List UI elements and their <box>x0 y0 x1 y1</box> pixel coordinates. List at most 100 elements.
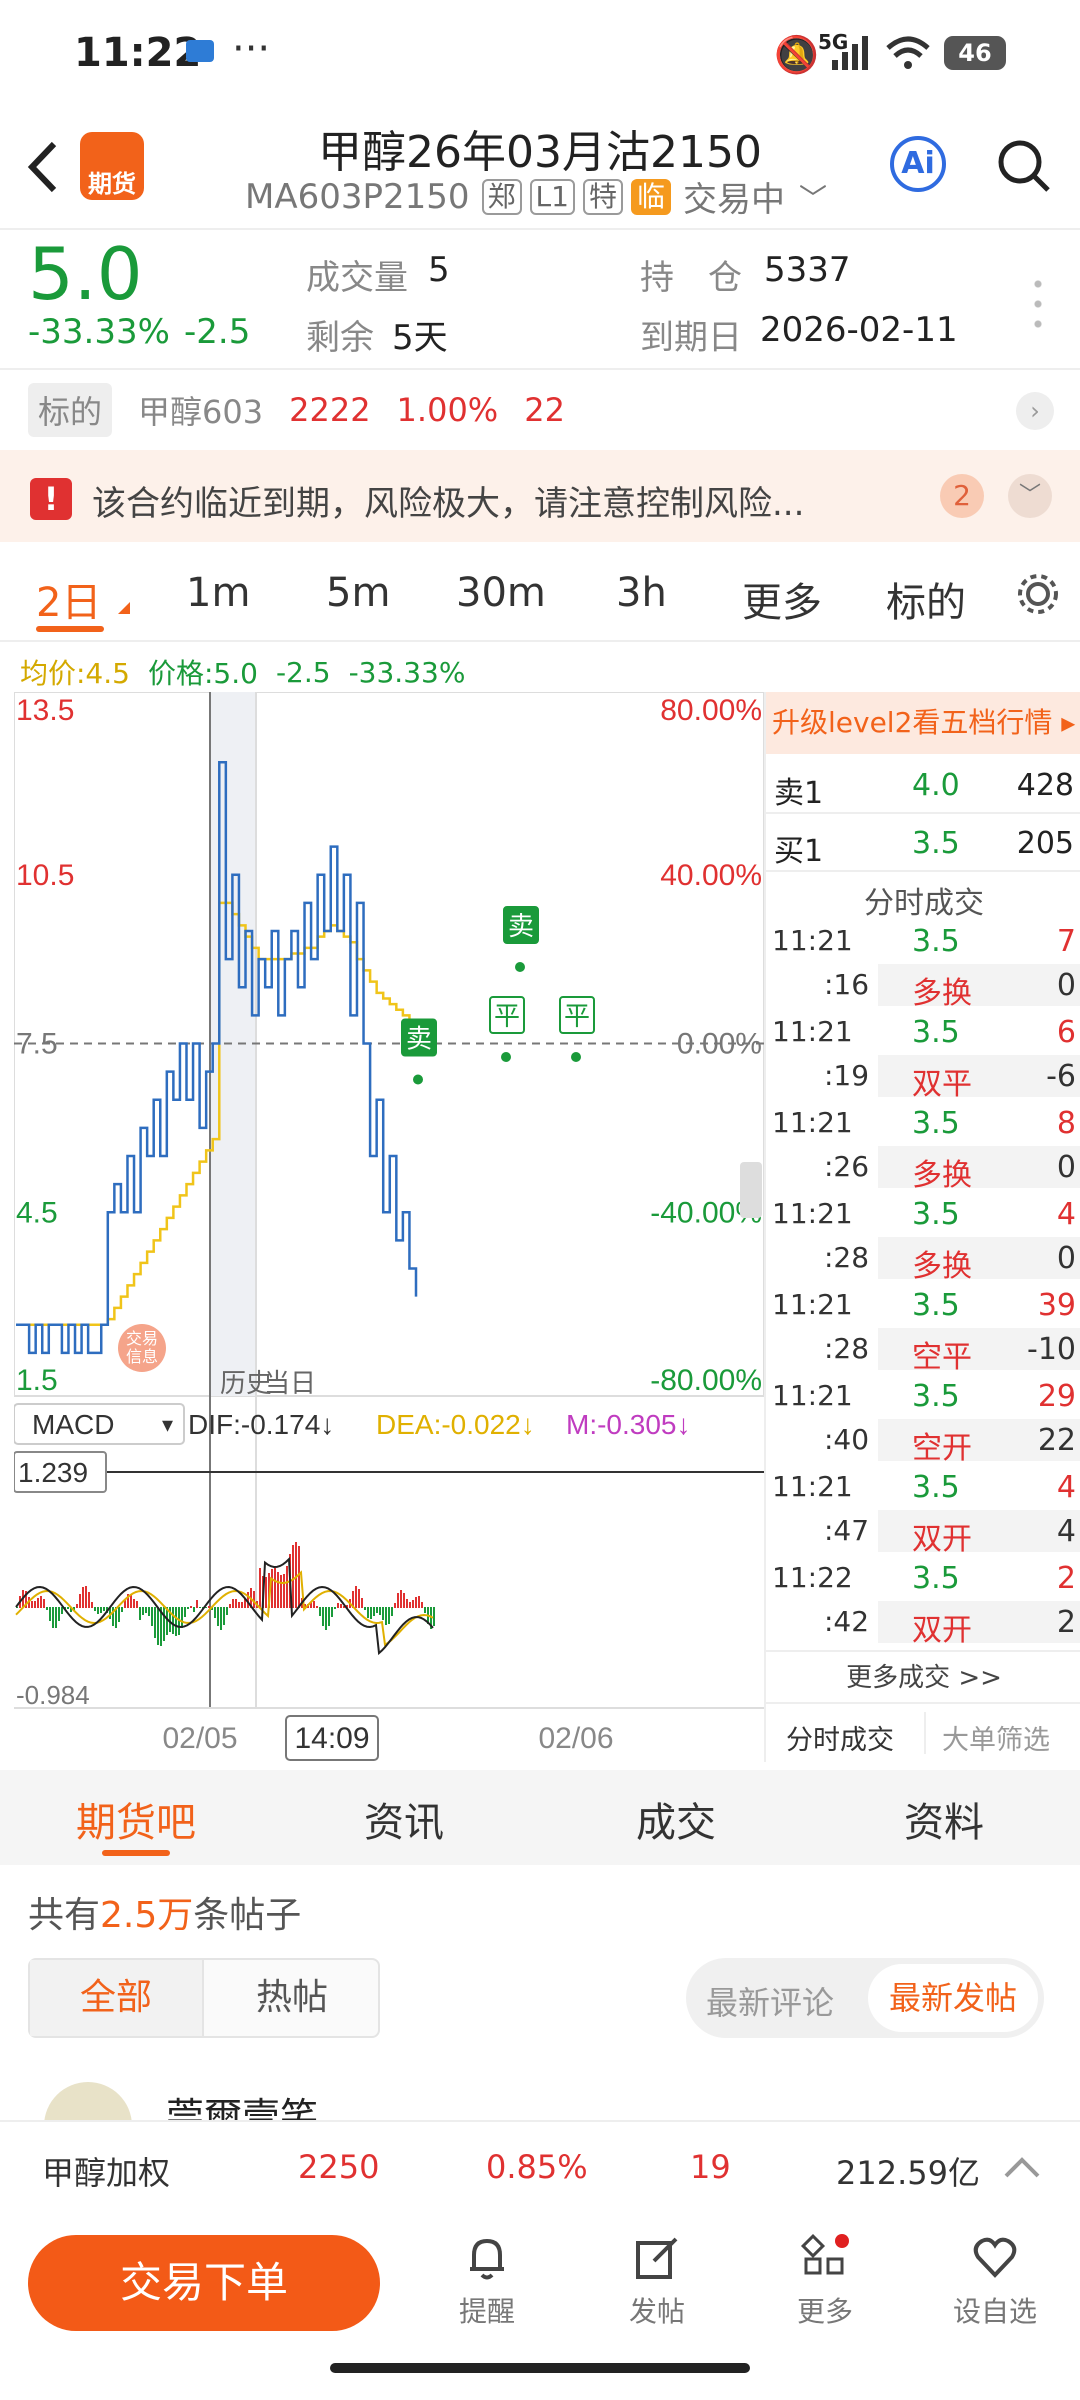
post-count-value: 2.5万 <box>100 1895 194 1936</box>
trade-volume: 29 <box>1037 1379 1076 1414</box>
trade-time: 11:21 <box>772 1106 853 1139</box>
mute-icon: 🔕 <box>774 35 819 76</box>
more-vertical-icon[interactable] <box>1034 274 1042 330</box>
chevron-up-icon[interactable] <box>1004 2156 1040 2180</box>
filter-all[interactable]: 全部 <box>30 1960 204 2036</box>
chevron-right-icon[interactable]: › <box>1016 392 1054 430</box>
tab-1m[interactable]: 1m <box>186 570 250 616</box>
tab-deals[interactable]: 成交 <box>636 1790 716 1848</box>
trade-type: 空平 <box>912 1340 972 1375</box>
macd-bar <box>79 1594 81 1608</box>
trade-volume: 4 <box>1056 1197 1076 1232</box>
y-left-label: 1.5 <box>16 1364 58 1397</box>
trade-type: 双平 <box>912 1067 972 1102</box>
macd-bar <box>385 1607 387 1625</box>
underlying-row[interactable]: 标的 甲醇603 2222 1.00% 22 › <box>0 368 1080 450</box>
contract-code: MA603P2150 <box>245 176 470 217</box>
forum-indicator <box>102 1850 170 1856</box>
tab-dropdown-icon <box>118 602 130 614</box>
tab-more[interactable]: 更多 <box>742 570 822 628</box>
tab-profile[interactable]: 资料 <box>904 1790 984 1848</box>
trade-price: 3.5 <box>912 1015 960 1050</box>
tab-big-orders[interactable]: 大单筛选 <box>942 1718 1050 1757</box>
back-icon[interactable] <box>24 140 60 194</box>
upgrade-banner[interactable]: 升级level2看五档行情 ▸ <box>766 692 1080 754</box>
y-left-label: 7.5 <box>16 1028 58 1061</box>
bell-icon <box>470 2238 504 2280</box>
macd-bar <box>172 1607 174 1634</box>
macd-bar <box>40 1596 42 1608</box>
chevron-down-icon[interactable]: ﹀ <box>799 177 827 217</box>
nav-more[interactable]: 更多 <box>770 2233 880 2330</box>
trade-type: 空开 <box>912 1431 972 1466</box>
wallet-icon <box>186 40 214 62</box>
tab-news[interactable]: 资讯 <box>364 1790 444 1848</box>
signal-icon <box>832 36 868 70</box>
trade-time: 11:21 <box>772 1015 853 1048</box>
price-chart[interactable]: 13.510.57.54.51.580.00%40.00%0.00%-40.00… <box>14 692 764 1762</box>
tab-time-trades[interactable]: 分时成交 <box>786 1718 894 1757</box>
tab-2day[interactable]: 2日 <box>36 570 101 628</box>
more-trades-link[interactable]: 更多成交 >> <box>766 1650 1080 1702</box>
macd-bar <box>235 1599 237 1608</box>
macd-bar <box>43 1599 45 1608</box>
macd-bar <box>82 1587 84 1608</box>
expand-icon[interactable]: ﹀ <box>1008 474 1052 518</box>
trade-oi-change: -6 <box>1046 1059 1076 1094</box>
risk-alert[interactable]: ! 该合约临近到期，风险极大，请注意控制风险... 2 ﹀ <box>0 450 1080 542</box>
trade-marker-label: 卖 <box>406 1025 432 1055</box>
tab-30m[interactable]: 30m <box>456 570 546 616</box>
macd-bar <box>409 1602 411 1608</box>
trade-marker-label: 卖 <box>508 912 534 942</box>
macd-bar <box>100 1607 102 1613</box>
trade-type-bg <box>878 1510 1080 1552</box>
wifi-icon <box>886 36 930 69</box>
macd-bar <box>415 1597 417 1608</box>
macd-bar <box>406 1599 408 1608</box>
ticker-amount: 212.59亿 <box>836 2154 980 2192</box>
ai-button[interactable]: Ai <box>890 136 946 192</box>
status-time: 11:22 <box>74 30 202 76</box>
tab-3h[interactable]: 3h <box>616 570 667 616</box>
ask-label: 卖1 <box>774 776 824 811</box>
legend-price: 价格:5.0 <box>147 657 258 690</box>
macd-bar <box>88 1592 90 1608</box>
legend-chg: -2.5 <box>275 655 331 689</box>
contract-info: MA603P2150 郑 L1 特 临 交易中 ﹀ <box>245 172 827 221</box>
nav-watch[interactable]: 设自选 <box>940 2233 1050 2330</box>
macd-bar <box>388 1607 390 1624</box>
macd-bar <box>322 1607 324 1626</box>
nav-remind[interactable]: 提醒 <box>432 2233 542 2330</box>
sort-latest-post[interactable]: 最新发帖 <box>868 1964 1038 2032</box>
filter-hot[interactable]: 热帖 <box>206 1960 378 2036</box>
macd-bar <box>325 1607 327 1630</box>
change-percent: -33.33% <box>28 312 170 352</box>
tab-forum[interactable]: 期货吧 <box>76 1790 196 1848</box>
header: 期货 甲醇26年03月沽2150 MA603P2150 郑 L1 特 临 交易中… <box>0 110 1080 230</box>
search-icon[interactable] <box>996 138 1052 194</box>
macd-bar <box>130 1595 132 1608</box>
trade-order-button[interactable]: 交易下单 <box>28 2235 380 2331</box>
trade-marker-dot <box>413 1074 423 1085</box>
y-left-label: 4.5 <box>16 1196 58 1229</box>
macd-bar <box>151 1607 153 1626</box>
chevron-down-icon: ▾ <box>162 1413 173 1438</box>
alert-text: 该合约临近到期，风险极大，请注意控制风险... <box>92 484 805 524</box>
trade-seconds: :19 <box>824 1059 870 1092</box>
dif-line <box>15 1556 434 1656</box>
macd-bar <box>277 1572 279 1608</box>
x-label: 02/05 <box>162 1722 237 1755</box>
remain-value: 5天 <box>392 318 448 358</box>
gear-icon[interactable] <box>1016 572 1060 616</box>
post-count-suffix: 条帖子 <box>193 1895 302 1936</box>
sort-latest-comment[interactable]: 最新评论 <box>706 1978 834 2024</box>
underlying-price: 2222 <box>289 391 371 429</box>
macd-bar <box>319 1607 321 1616</box>
bid-label: 买1 <box>774 834 824 869</box>
macd-bar <box>358 1589 360 1608</box>
macd-bar <box>133 1599 135 1608</box>
nav-post[interactable]: 发帖 <box>602 2233 712 2330</box>
tab-5m[interactable]: 5m <box>326 570 390 616</box>
weighted-ticker[interactable]: 甲醇加权 2250 0.85% 19 212.59亿 <box>0 2120 1080 2215</box>
tab-underlying[interactable]: 标的 <box>886 570 966 628</box>
